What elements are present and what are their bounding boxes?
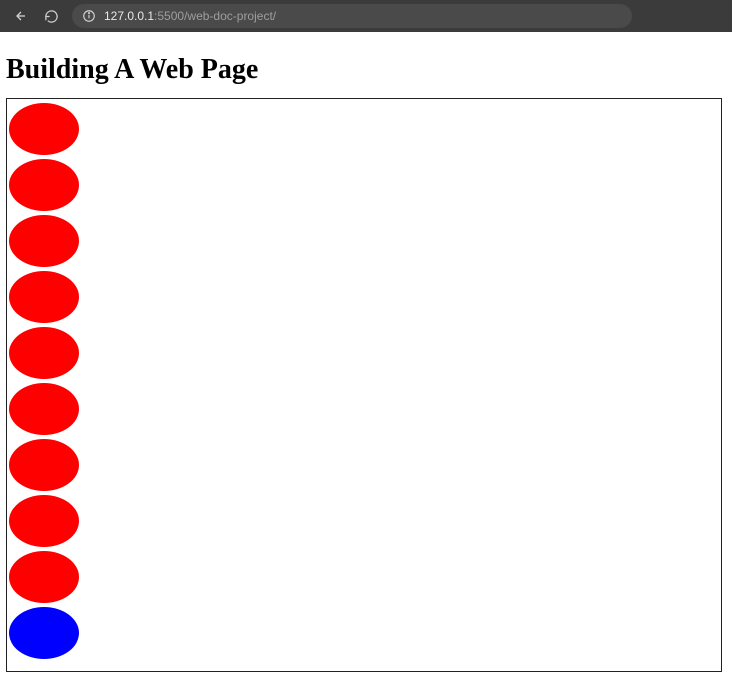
- url-path: :5500/web-doc-project/: [154, 9, 276, 23]
- oval-shape: [9, 439, 79, 491]
- oval-shape: [9, 383, 79, 435]
- url-text: 127.0.0.1:5500/web-doc-project/: [104, 9, 276, 23]
- reload-icon: [44, 9, 59, 24]
- oval-shape: [9, 103, 79, 155]
- page-title: Building A Web Page: [6, 54, 726, 86]
- browser-toolbar: 127.0.0.1:5500/web-doc-project/: [0, 0, 732, 32]
- url-host: 127.0.0.1: [104, 9, 154, 23]
- oval-shape: [9, 327, 79, 379]
- oval-shape: [9, 607, 79, 659]
- info-icon: [82, 9, 96, 23]
- oval-shape: [9, 271, 79, 323]
- back-button[interactable]: [8, 5, 30, 27]
- oval-shape: [9, 215, 79, 267]
- shape-column: [7, 99, 721, 663]
- arrow-left-icon: [11, 8, 27, 24]
- page-viewport: Building A Web Page: [0, 54, 732, 672]
- oval-shape: [9, 495, 79, 547]
- reload-button[interactable]: [40, 5, 62, 27]
- canvas-container: [6, 98, 722, 672]
- address-bar[interactable]: 127.0.0.1:5500/web-doc-project/: [72, 4, 632, 28]
- oval-shape: [9, 551, 79, 603]
- oval-shape: [9, 159, 79, 211]
